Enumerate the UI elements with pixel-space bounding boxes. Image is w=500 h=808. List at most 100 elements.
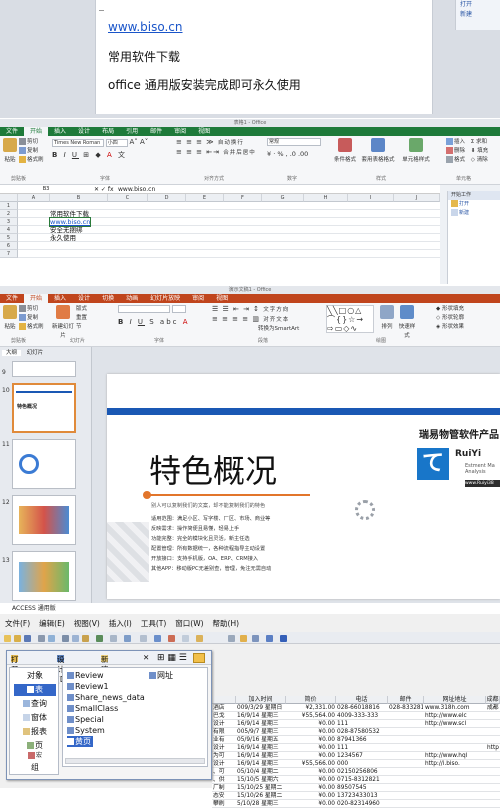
table-cell[interactable]: 15/10/26 星期二: [237, 792, 285, 800]
tab-home[interactable]: 开始: [24, 294, 49, 303]
table-cell[interactable]: ¥0.00: [287, 776, 335, 784]
delete-object-button[interactable]: ✕: [143, 653, 149, 663]
slide-canvas[interactable]: 瑞易物管软件产品 てL RuiYi Estment Ma Analysis ww…: [107, 374, 500, 599]
table-row[interactable]: 攀刷 5/10/28 星期三 ¥0.00 020-82314960: [212, 800, 500, 808]
table-cell[interactable]: 02150256806: [337, 768, 387, 776]
tab-slides[interactable]: 幻灯片: [23, 350, 48, 356]
align-row-1[interactable]: ≡ ≡ ≡ ≫ 自动换行: [176, 138, 266, 148]
format-cells-button[interactable]: 格式 ◇ 清除: [446, 156, 498, 165]
object-reports[interactable]: 报表: [14, 726, 56, 738]
tab-transitions[interactable]: 切换: [96, 294, 120, 303]
table-row[interactable]: 厂制 15/10/25 星期二 ¥0.00 89507545: [212, 784, 500, 792]
shapes-gallery[interactable]: ╲╲□○△ ⌒{}☆→ ⇨▭◇∿: [326, 305, 374, 333]
worksheet-grid[interactable]: A B C D E F G H I J 1 2 3 4 5 6 7 常用软件下载…: [0, 194, 440, 284]
task-pane-new[interactable]: 新建: [456, 10, 500, 20]
table-cell[interactable]: 4009-333-333: [337, 712, 387, 720]
relationships-icon[interactable]: [168, 635, 175, 642]
copy-button[interactable]: 复制: [19, 314, 38, 323]
tab-review[interactable]: 审阅: [168, 127, 192, 136]
section-button[interactable]: 节: [76, 323, 82, 332]
new-object-icon[interactable]: [182, 635, 189, 642]
database-window[interactable]: 打开(O) 设计(D) 新建(N) ✕ ⊞ ▦ ☰ 对象 表 查询 窗体 报表 …: [6, 650, 212, 780]
paste-button[interactable]: 粘贴: [3, 305, 17, 332]
table-cell[interactable]: 、可: [213, 768, 235, 776]
select-all-corner[interactable]: [0, 194, 18, 202]
side-panel-new[interactable]: 新建: [448, 209, 500, 218]
table-cell[interactable]: ¥55,566.00: [287, 760, 335, 768]
table-row[interactable]: 巴戈 16/9/14 星期三 ¥55,564.00 4009-333-333 http:…: [212, 712, 500, 720]
preview-icon[interactable]: [48, 635, 55, 642]
paragraph-row-1[interactable]: ☰ ☰ ⇤ ⇥ ↕ 文字方向: [212, 305, 322, 315]
table-cell[interactable]: 028-66018816: [337, 704, 387, 712]
table-cell[interactable]: 13723433013: [337, 792, 387, 800]
cut-icon[interactable]: [62, 635, 69, 642]
col-header[interactable]: G: [262, 194, 304, 202]
table-cell[interactable]: ¥0.00: [287, 800, 335, 808]
sum-button[interactable]: Σ 求和: [471, 139, 487, 145]
slide-thumbnail[interactable]: [12, 495, 76, 545]
paste-button[interactable]: 粘贴: [3, 138, 17, 165]
shape-outline-button[interactable]: ◇ 形状轮廓: [436, 314, 500, 323]
table-cell[interactable]: http: [487, 744, 499, 752]
table-cell[interactable]: ¥0.00: [287, 744, 335, 752]
table-datasheet[interactable]: 加入时间 简价 电话 邮件 网址地址 成都 酒店 009/3/29 星期日 ¥2,3…: [212, 696, 500, 808]
tab-layout[interactable]: 布局: [96, 127, 120, 136]
table-cell[interactable]: ¥2,331.00: [287, 704, 335, 712]
menu-view[interactable]: 视图(V): [69, 618, 104, 629]
col-header[interactable]: I: [348, 194, 394, 202]
fill-button[interactable]: ⬇ 填充: [471, 148, 488, 154]
grid-row[interactable]: [18, 242, 440, 250]
col-header[interactable]: H: [304, 194, 348, 202]
table-cell[interactable]: 15/10/5 星期六: [237, 776, 285, 784]
table-cell[interactable]: ¥0.00: [287, 720, 335, 728]
cell-b5[interactable]: 永久使用: [50, 234, 76, 242]
font-size-select[interactable]: [171, 305, 186, 313]
table-cell[interactable]: 酒店: [213, 704, 235, 712]
tables-list[interactable]: Review Review1 Share_news_data SmallClas…: [62, 667, 208, 767]
table-cell[interactable]: ¥55,564.00: [287, 712, 335, 720]
print-icon[interactable]: [38, 635, 45, 642]
delete-cells-button[interactable]: 删除 ⬇ 填充: [446, 147, 498, 156]
copy-button[interactable]: 复制: [19, 147, 38, 156]
paragraph-row-2[interactable]: ≡ ≡ ≡ ≡ ▥ 对齐文本: [212, 315, 322, 325]
col-header[interactable]: E: [186, 194, 224, 202]
table-cell[interactable]: http://i.biso.: [425, 760, 485, 768]
table-row[interactable]: 、可 05/10/4 星期二 ¥0.00 02150256806: [212, 768, 500, 776]
shape-fill-button[interactable]: ◆ 形状填充: [436, 305, 500, 314]
font-name-select[interactable]: [118, 305, 170, 313]
tab-insert[interactable]: 插入: [48, 294, 72, 303]
table-cell[interactable]: 5/10/28 星期三: [237, 800, 285, 808]
column-header[interactable]: 网址地址: [424, 696, 486, 704]
table-cell[interactable]: 设计: [213, 744, 235, 752]
col-header[interactable]: A: [18, 194, 50, 202]
new-icon[interactable]: [4, 635, 11, 642]
cell-b4[interactable]: 安全无捆绑: [50, 226, 83, 234]
grid-row[interactable]: [18, 234, 440, 242]
menu-file[interactable]: 文件(F): [0, 618, 34, 629]
font-style-row[interactable]: B I U ⊞ ◆ A 文: [52, 151, 170, 160]
table-cell[interactable]: 16/9/14 星期三: [237, 752, 285, 760]
table-row[interactable]: 业有 05/9/16 星期五 ¥0.00 87941366: [212, 736, 500, 744]
row-header[interactable]: 6: [0, 242, 18, 250]
shape-effects-button[interactable]: ◈ 形状效果: [436, 323, 500, 332]
row-header[interactable]: 7: [0, 250, 18, 258]
align-row-2[interactable]: ≡ ≡ ≡ ⇤⇥ 合并后居中: [176, 148, 266, 158]
table-cell[interactable]: 111: [337, 720, 387, 728]
tab-home[interactable]: 开始: [24, 127, 49, 136]
tab-file[interactable]: 文件: [0, 127, 24, 136]
object-forms[interactable]: 窗体: [14, 712, 56, 724]
table-cell[interactable]: 89507545: [337, 784, 387, 792]
row-header[interactable]: 1: [0, 202, 18, 210]
details-view-icon[interactable]: [193, 653, 205, 663]
help-icon[interactable]: [196, 635, 203, 642]
col-header[interactable]: C: [108, 194, 148, 202]
tab-design[interactable]: 设计: [72, 127, 96, 136]
row-header[interactable]: 2: [0, 210, 18, 218]
table-cell[interactable]: www.318h.com: [425, 704, 485, 712]
toolbar-icon[interactable]: [252, 635, 259, 642]
task-pane-open[interactable]: 打开: [456, 0, 500, 10]
name-box[interactable]: B3: [2, 185, 90, 193]
table-cell[interactable]: 05/10/4 星期二: [237, 768, 285, 776]
quick-styles-button[interactable]: 快速样式: [398, 305, 416, 341]
table-row[interactable]: 设计 16/9/14 星期三 ¥0.00 111 http: [212, 744, 500, 752]
